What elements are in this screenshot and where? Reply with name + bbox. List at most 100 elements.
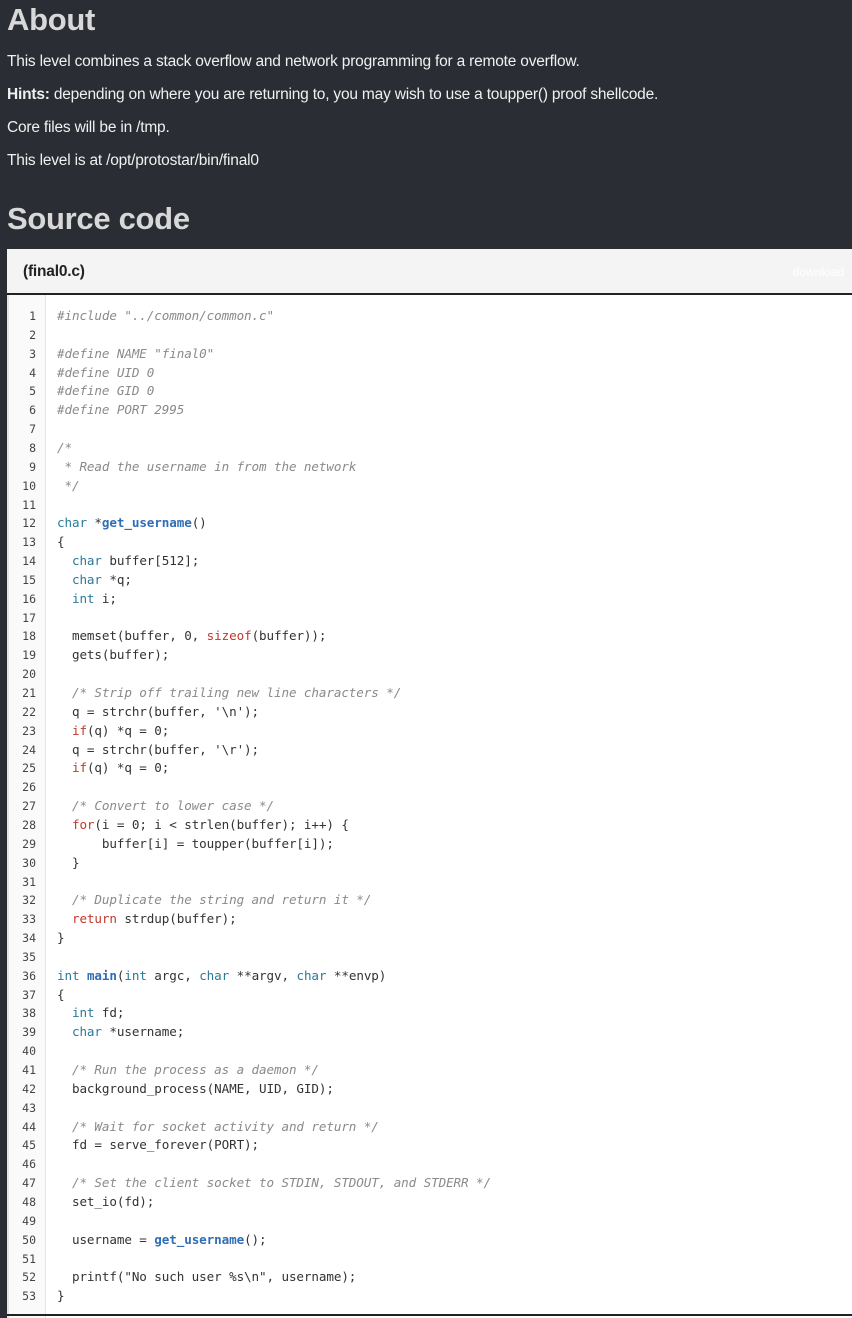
line-number: 46 [22,1157,36,1172]
code-line: { [57,534,65,550]
line-number: 18 [22,629,36,644]
line-number: 1 [29,309,36,323]
line-number: 4 [29,365,36,380]
code-line: memset(buffer, 0, sizeof(buffer)); [57,628,327,644]
line-number: 9 [29,459,36,474]
code-line: } [57,930,65,946]
code-line: /* Convert to lower case */ [57,798,274,814]
line-number: 20 [22,667,36,682]
line-number: 25 [22,761,36,776]
line-number: 21 [22,686,36,700]
line-number: 24 [22,742,36,757]
line-number: 12 [22,516,36,531]
line-number: 22 [22,704,36,719]
code-line: if(q) *q = 0; [71,760,170,776]
code-line: #define UID 0 [57,364,155,380]
line-number: 42 [22,1081,36,1096]
code-block: 1 2 3 4 5 6 7 8 9 10 11 12 13 14 15 16 17 18 19 20 21 22 23 24 2… [7,295,852,1318]
line-number: 15 [22,572,36,587]
code-line: int fd; [71,1005,125,1021]
line-number: 16 [22,591,36,606]
line-number: 49 [22,1213,36,1228]
line-number: 8 [29,440,36,455]
line-number: 36 [22,968,36,983]
download-link[interactable]: download [793,265,844,279]
line-number: 47 [22,1176,36,1191]
line-number: 33 [22,912,36,927]
line-number: 45 [22,1138,36,1153]
line-number: 39 [22,1025,36,1040]
line-number: 31 [22,874,36,889]
code-line: set_io(fd); [57,1193,155,1209]
code-line: q = strchr(buffer, '\r'); [57,741,260,757]
hints-label: Hints: [7,86,50,103]
about-paragraph-1: This level combines a stack overflow and… [7,53,580,70]
code-line: int main(int argc, char **argv, char **e… [57,967,387,983]
line-number: 19 [22,648,36,663]
line-number: 11 [22,497,36,512]
line-number: 23 [22,723,36,738]
line-number: 29 [22,836,36,851]
line-number-gutter: 1 2 3 4 5 6 7 8 9 10 11 12 13 14 15 16 17 18 19 20 21 22 23 24 2… [9,295,46,1318]
code-line: /* Wait for socket activity and return *… [57,1118,379,1134]
code-line: background_process(NAME, UID, GID); [57,1080,334,1096]
code-line: { [57,986,65,1002]
code-line: gets(buffer); [57,647,170,663]
line-number: 13 [22,535,36,550]
code-line: #include "../common/common.c" [57,308,274,323]
line-number: 17 [22,610,36,625]
code-line: q = strchr(buffer, '\n'); [57,703,260,719]
code-line: buffer[i] = toupper(buffer[i]); [57,835,334,851]
line-number: 5 [29,384,36,399]
code-line: char buffer[512]; [71,553,200,569]
line-number: 32 [22,893,36,908]
line-number: 26 [22,780,36,795]
code-line: char *get_username() [57,515,207,531]
line-number: 44 [22,1119,36,1134]
line-number: 35 [22,949,36,964]
line-number: 6 [29,403,36,418]
line-number: 52 [22,1270,36,1285]
code-line: /* Set the client socket to STDIN, STDOU… [57,1175,491,1191]
code-line: /* Duplicate the string and return it */ [57,892,372,908]
code-line: char *username; [71,1024,185,1040]
code-bottom-border [7,1314,852,1316]
about-heading: About [7,2,96,37]
line-number: 50 [22,1232,36,1247]
line-number: 2 [29,327,36,342]
line-number: 10 [22,478,36,493]
line-number: 34 [22,931,36,946]
line-number: 41 [22,1063,36,1077]
code-line: } [57,854,80,870]
line-number: 43 [22,1100,36,1115]
code-line: printf("No such user %s\n", username); [57,1269,357,1285]
code-line: fd = serve_forever(PORT); [57,1137,260,1153]
code-line: int i; [71,590,117,606]
line-number: 28 [22,817,36,832]
code-header: (final0.c) download [7,249,852,295]
line-number: 48 [22,1194,36,1209]
code-line: /* Run the process as a daemon */ [57,1062,319,1077]
line-number: 51 [22,1251,36,1266]
line-number: 30 [22,855,36,870]
hints-text: depending on where you are returning to,… [49,86,659,103]
code-line: char *q; [71,571,132,587]
about-paragraph-4: This level is at /opt/protostar/bin/fina… [7,152,259,169]
about-paragraph-3: Core files will be in /tmp. [7,119,170,136]
code-line: /* [57,439,72,455]
code-line: return strdup(buffer); [71,911,237,927]
line-number: 38 [22,1006,36,1021]
line-number: 3 [29,346,36,361]
code-line: /* Strip off trailing new line character… [57,685,402,700]
line-number: 37 [22,987,36,1002]
line-number: 40 [22,1044,36,1059]
code-line: username = get_username(); [57,1231,267,1247]
source-code-heading: Source code [7,201,190,236]
code-filename: (final0.c) [23,263,85,280]
line-number: 14 [22,554,36,569]
code-line: if(q) *q = 0; [71,722,170,738]
line-number: 7 [29,422,36,437]
code-line: } [57,1288,65,1304]
code-line: #define NAME "final0" [57,345,215,361]
code-line: * Read the username in from the network [57,458,357,474]
